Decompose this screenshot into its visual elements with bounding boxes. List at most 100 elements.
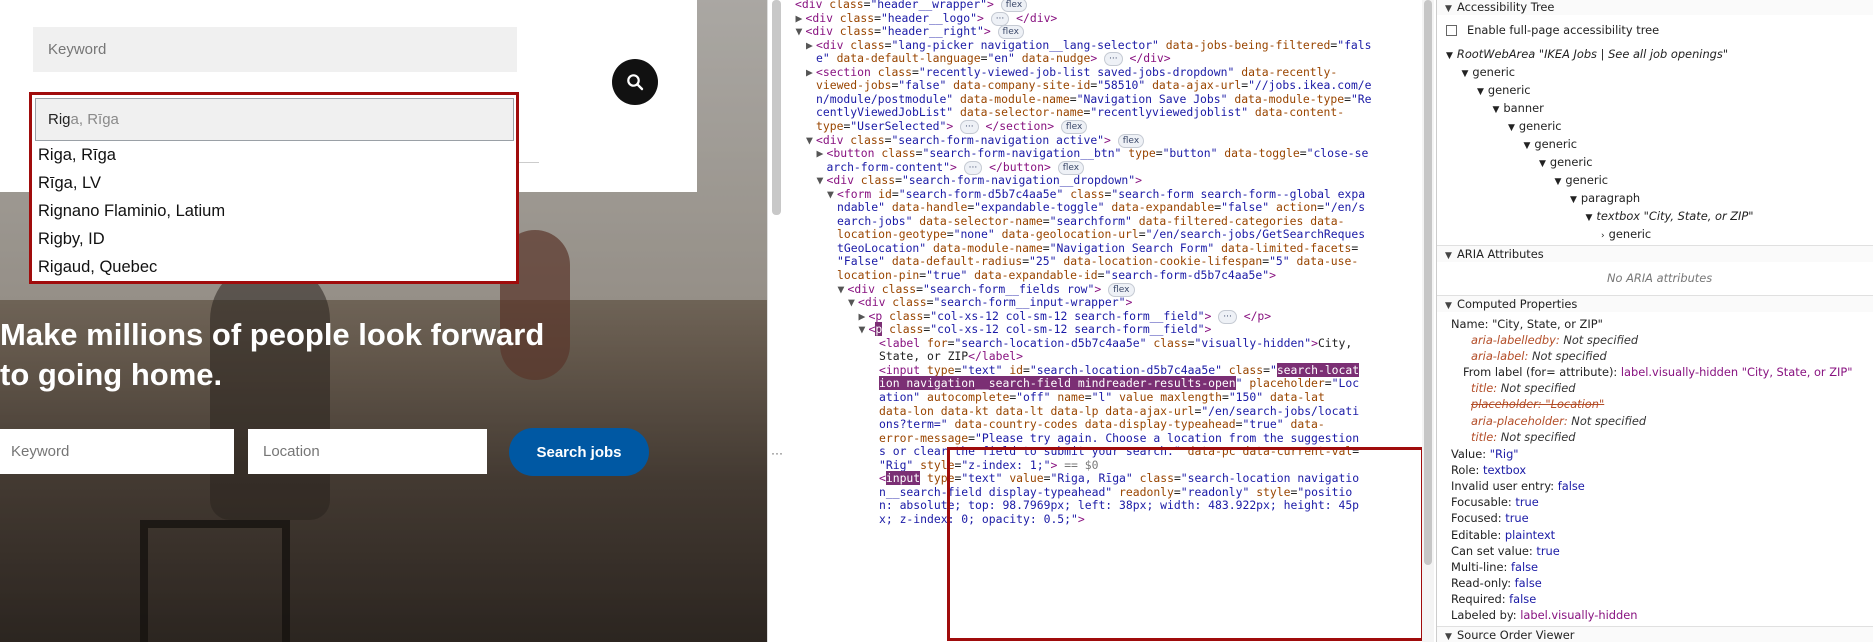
- expand-triangle-icon[interactable]: ▼: [1555, 177, 1562, 187]
- name-source-value: Not specified: [1571, 413, 1647, 428]
- property-value: false: [1510, 559, 1539, 574]
- property-key: Invalid user entry:: [1451, 479, 1558, 494]
- expand-triangle-icon[interactable]: ▼: [1493, 105, 1500, 115]
- computed-property-row: Focused: true: [1451, 510, 1529, 526]
- a11y-tree-node[interactable]: ▼ generic: [1462, 64, 1516, 82]
- name-source-value: Not specified: [1563, 333, 1639, 347]
- computed-property-row: Can set value: true: [1451, 543, 1560, 559]
- expand-triangle-icon[interactable]: ▼: [817, 172, 827, 188]
- expand-triangle-icon[interactable]: ▼: [806, 132, 816, 148]
- name-source-row: aria-label: Not specified: [1471, 348, 1607, 364]
- a11y-tree-node[interactable]: › generic: [1601, 226, 1651, 244]
- aria-attributes-header[interactable]: ▼ ARIA Attributes: [1437, 245, 1873, 262]
- expand-triangle-icon[interactable]: ▼: [838, 281, 848, 297]
- a11y-node-label: banner: [1503, 101, 1544, 115]
- property-value: false: [1557, 479, 1585, 494]
- section-collapse-icon[interactable]: ▼: [1445, 248, 1457, 265]
- section-title: ARIA Attributes: [1457, 247, 1544, 261]
- computed-property-row: Focusable: true: [1451, 494, 1539, 510]
- a11y-tree-node[interactable]: ▼ generic: [1555, 172, 1609, 190]
- computed-property-row: Invalid user entry: false: [1451, 478, 1585, 494]
- a11y-tree-node[interactable]: ▼ textbox "City, State, or ZIP": [1586, 208, 1754, 226]
- section-title: Source Order Viewer: [1457, 628, 1575, 642]
- a11y-tree-node[interactable]: ▼ paragraph: [1570, 190, 1640, 208]
- a11y-node-label: generic: [1565, 173, 1608, 187]
- computed-property-row: Editable: plaintext: [1451, 527, 1555, 543]
- expand-triangle-icon[interactable]: ›: [1601, 231, 1605, 241]
- a11y-node-label: generic: [1518, 119, 1562, 133]
- name-source-row: From label (for= attribute): label.visua…: [1463, 364, 1853, 380]
- expand-triangle-icon[interactable]: ▼: [1446, 51, 1453, 61]
- name-source-row: aria-placeholder: Not specified: [1471, 413, 1646, 429]
- gutter-ellipsis[interactable]: ···: [768, 446, 786, 460]
- dom-highlight-box: [947, 447, 1424, 641]
- section-title: Accessibility Tree: [1457, 0, 1555, 14]
- hero-location-input[interactable]: Location: [248, 429, 487, 474]
- name-source-value: Not specified: [1500, 429, 1576, 444]
- expand-triangle-icon[interactable]: ▼: [796, 23, 806, 39]
- a11y-node-label: RootWebArea "IKEA Jobs | See all job ope…: [1456, 47, 1729, 61]
- a11y-tree-node[interactable]: ▼ generic: [1477, 82, 1531, 100]
- property-key: Role:: [1451, 463, 1484, 478]
- property-value: label.visually-hidden: [1520, 608, 1638, 622]
- a11y-tree-node[interactable]: ▼ RootWebArea "IKEA Jobs | See all job op…: [1446, 46, 1728, 64]
- enable-full-tree-checkbox[interactable]: [1446, 25, 1457, 36]
- a11y-node-label: generic: [1549, 155, 1593, 169]
- aria-empty-text: No ARIA attributes: [1607, 271, 1713, 285]
- a11y-node-label: generic: [1608, 227, 1652, 241]
- elements-scrollbar[interactable]: [1422, 0, 1434, 642]
- a11y-tree-node[interactable]: ▼ generic: [1524, 136, 1578, 154]
- accessibility-tree-header[interactable]: ▼ Accessibility Tree: [1437, 0, 1873, 15]
- name-source-value: Not specified: [1500, 381, 1576, 396]
- section-collapse-icon[interactable]: ▼: [1445, 629, 1457, 642]
- expand-triangle-icon[interactable]: ▼: [1524, 141, 1531, 151]
- property-key: Can set value:: [1451, 543, 1537, 558]
- property-key: Editable:: [1451, 527, 1505, 542]
- expand-triangle-icon[interactable]: ▼: [1539, 159, 1546, 169]
- name-source-key: aria-placeholder:: [1471, 413, 1572, 428]
- property-value: false: [1514, 575, 1542, 590]
- property-value: textbox: [1483, 463, 1527, 478]
- property-value: true: [1515, 495, 1539, 510]
- name-source-key: From label (for= attribute):: [1463, 365, 1621, 380]
- hero-headline-line: Make millions of people look forward: [0, 317, 545, 352]
- expand-triangle-icon[interactable]: ▼: [1570, 195, 1577, 205]
- property-key: Read-only:: [1451, 575, 1515, 590]
- name-source-key: aria-labelledby:: [1471, 333, 1564, 347]
- expand-triangle-icon[interactable]: ▼: [1586, 213, 1593, 223]
- expand-triangle-icon[interactable]: ▼: [1508, 123, 1515, 133]
- a11y-tree-node[interactable]: ▼ generic: [1539, 154, 1593, 172]
- section-title: Computed Properties: [1457, 297, 1578, 311]
- name-source-value: label.visually-hidden "City, State, or Z…: [1620, 365, 1853, 380]
- a11y-node-label: paragraph: [1580, 191, 1641, 205]
- search-jobs-button[interactable]: Search jobs: [509, 428, 649, 476]
- computed-property-row: Labeled by: label.visually-hidden: [1451, 607, 1637, 623]
- section-collapse-icon[interactable]: ▼: [1445, 298, 1457, 315]
- header-keyword-input[interactable]: Keyword: [33, 27, 517, 72]
- computed-property-row: Required: false: [1451, 591, 1536, 607]
- name-source-key: title:: [1471, 429, 1501, 444]
- name-source-row: placeholder: "Location": [1471, 396, 1604, 412]
- expand-triangle-icon[interactable]: ▼: [848, 294, 858, 310]
- source-order-viewer-header[interactable]: ▼ Source Order Viewer: [1437, 626, 1873, 642]
- hero-keyword-input[interactable]: Keyword: [0, 429, 234, 474]
- property-key: Labeled by:: [1451, 608, 1521, 622]
- a11y-tree-node[interactable]: ▼ banner: [1493, 100, 1544, 118]
- expand-triangle-icon[interactable]: ▼: [859, 321, 869, 337]
- property-value: plaintext: [1504, 527, 1556, 542]
- computed-properties-header[interactable]: ▼ Computed Properties: [1437, 295, 1873, 312]
- header-search-button[interactable]: [612, 59, 658, 105]
- computed-name: Name: "City, State, or ZIP": [1451, 317, 1603, 331]
- computed-property-row: Role: textbox: [1451, 462, 1526, 478]
- expand-triangle-icon[interactable]: ▼: [1477, 87, 1484, 97]
- a11y-node-label: generic: [1472, 65, 1515, 79]
- a11y-tree-node[interactable]: ▼ generic: [1508, 118, 1562, 136]
- hero-headline-line: to going home.: [0, 357, 223, 392]
- hero-headline: Make millions of people look forward to …: [0, 315, 640, 395]
- property-value: "Rig": [1489, 447, 1519, 461]
- name-source-key: aria-label:: [1471, 349, 1532, 364]
- elements-scrollbar-thumb[interactable]: [1424, 0, 1432, 565]
- section-collapse-icon[interactable]: ▼: [1445, 1, 1457, 18]
- viewport-scrollbar-thumb[interactable]: [772, 0, 781, 215]
- expand-triangle-icon[interactable]: ▼: [1462, 69, 1469, 79]
